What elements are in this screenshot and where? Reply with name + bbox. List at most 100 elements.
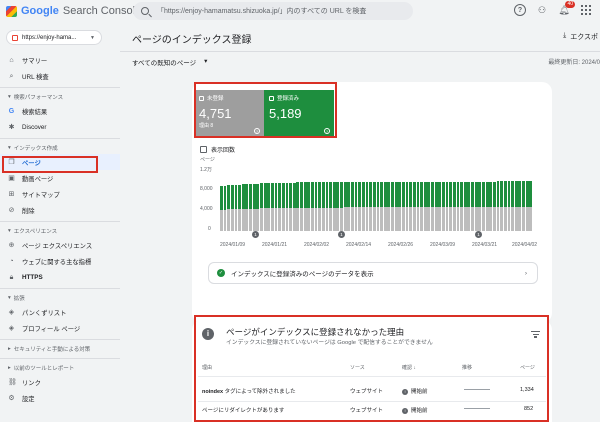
chart-bar[interactable] — [394, 181, 398, 231]
chart-bar[interactable] — [416, 181, 420, 231]
chart-annotation[interactable]: 1 — [475, 231, 482, 238]
chart-bar[interactable] — [340, 181, 343, 231]
section-enhancements[interactable]: ▾ 拡張 — [0, 292, 120, 304]
chart-bar[interactable] — [467, 181, 471, 231]
chart-bar[interactable] — [449, 181, 453, 231]
chart-bar[interactable] — [329, 181, 332, 231]
chart-bar[interactable] — [238, 184, 242, 231]
chart-bar[interactable] — [281, 182, 285, 231]
chart-bar[interactable] — [314, 182, 318, 231]
chart-annotation[interactable]: 1 — [252, 231, 259, 238]
sidebar-item-breadcrumbs[interactable]: ◈ パンくずリスト — [0, 304, 120, 320]
impressions-checkbox[interactable]: 表示回数 — [200, 145, 235, 154]
chart-bar[interactable] — [525, 181, 529, 231]
chart-bar[interactable] — [398, 181, 402, 231]
chart-bar[interactable] — [369, 181, 373, 231]
chart-bar[interactable] — [431, 181, 434, 231]
chart-bar[interactable] — [249, 183, 252, 231]
chart-bar[interactable] — [303, 182, 307, 231]
sidebar-item-summary[interactable]: ⌂ サマリー — [0, 52, 120, 68]
sidebar-item-page-experience[interactable]: ⊕ ページ エクスペリエンス — [0, 237, 120, 253]
chart-bar[interactable] — [260, 183, 263, 231]
sidebar-item-profile-page[interactable]: ◈ プロフィール ページ — [0, 320, 120, 336]
sidebar-item-url-inspection[interactable]: ⌕ URL 検査 — [0, 68, 120, 84]
chart-bar[interactable] — [263, 183, 267, 231]
chart-bar[interactable] — [438, 181, 442, 231]
help-icon[interactable]: ? — [514, 4, 526, 16]
chart-bar[interactable] — [482, 181, 485, 231]
chart-bar[interactable] — [336, 181, 340, 231]
chart-bar[interactable] — [496, 181, 500, 231]
notifications-icon[interactable]: 🔔︎ 40 — [558, 1, 575, 16]
chart-bar[interactable] — [474, 181, 478, 231]
chart-bar[interactable] — [361, 181, 365, 231]
inspect-url-search[interactable]: 「https://enjoy-hamamatsu.shizuoka.jp/」内の… — [133, 2, 413, 20]
chart-bar[interactable] — [434, 181, 438, 231]
chart-bar[interactable] — [270, 183, 274, 231]
chart-bar[interactable] — [230, 185, 234, 231]
chart-bar[interactable] — [332, 181, 336, 231]
sidebar-item-core-web-vitals[interactable]: ◔ ウェブに関する主な指標 — [0, 253, 120, 269]
chart-bar[interactable] — [492, 181, 496, 231]
chart-bar[interactable] — [278, 182, 282, 231]
account-settings-icon[interactable]: ⚇ — [536, 4, 548, 16]
help-icon[interactable]: ? — [324, 128, 330, 134]
chart-annotation[interactable]: 1 — [338, 231, 345, 238]
chart-bar[interactable] — [514, 181, 518, 231]
view-indexed-pages-link[interactable]: ✓ インデックスに登録済みのページのデータを表示 › — [208, 262, 538, 284]
chart-bar[interactable] — [358, 181, 362, 231]
chart-bar[interactable] — [380, 181, 383, 231]
sidebar-item-settings[interactable]: ⚙ 設定 — [0, 390, 120, 406]
sidebar-item-search-results[interactable]: G 検索結果 — [0, 103, 120, 119]
chart-bar[interactable] — [460, 181, 464, 231]
chart-bar[interactable] — [507, 181, 511, 231]
chart-bar[interactable] — [442, 181, 445, 231]
chart-bar[interactable] — [223, 185, 227, 231]
chart-bar[interactable] — [325, 182, 329, 231]
chart-bar[interactable] — [321, 182, 325, 231]
sidebar-item-removals[interactable]: ⊘ 削除 — [0, 202, 120, 218]
col-reason[interactable]: 理由 — [202, 364, 212, 371]
chart-bar[interactable] — [485, 181, 489, 231]
section-experience[interactable]: ▾ エクスペリエンス — [0, 225, 120, 237]
chart-bar[interactable] — [351, 181, 354, 231]
chart-bar[interactable] — [365, 181, 369, 231]
chart-bar[interactable] — [252, 183, 256, 231]
col-source[interactable]: ソース — [350, 364, 365, 371]
chart-bar[interactable] — [409, 181, 413, 231]
chart-bar[interactable] — [220, 185, 223, 231]
chart-bar[interactable] — [452, 181, 456, 231]
chart-bar[interactable] — [354, 181, 358, 231]
chart-bar[interactable] — [463, 181, 467, 231]
section-security[interactable]: ▸ セキュリティと手動による対策 — [0, 343, 120, 355]
chart-bar[interactable] — [310, 182, 314, 231]
sidebar-item-sitemaps[interactable]: ⊞ サイトマップ — [0, 186, 120, 202]
page-filter-dropdown[interactable]: すべての既知のページ ▾ — [132, 57, 207, 67]
app-logo[interactable]: Google Search Console — [6, 5, 141, 17]
chart-bar[interactable] — [285, 182, 289, 231]
chart-bar[interactable] — [500, 181, 504, 231]
chart-bar[interactable] — [478, 181, 482, 231]
section-performance[interactable]: ▾ 検索パフォーマンス — [0, 91, 120, 103]
chart-bar[interactable] — [307, 182, 311, 231]
chart-bar[interactable] — [234, 184, 238, 231]
chart-bar[interactable] — [296, 182, 300, 231]
chart-bar[interactable] — [503, 181, 507, 231]
sidebar-item-https[interactable]: 🔒︎ HTTPS — [0, 269, 120, 285]
chart-bar[interactable] — [445, 181, 449, 231]
chart-bar[interactable] — [343, 181, 347, 231]
chart-bar[interactable] — [300, 182, 303, 231]
sidebar-item-pages[interactable]: ❐ ページ — [0, 154, 120, 170]
chart-bar[interactable] — [423, 181, 427, 231]
chart-bar[interactable] — [412, 181, 416, 231]
chart-bar[interactable] — [274, 183, 278, 231]
apps-grid-icon[interactable] — [580, 4, 592, 16]
chart-bar[interactable] — [376, 181, 380, 231]
chart-bar[interactable] — [529, 181, 533, 231]
chart-bar[interactable] — [489, 181, 493, 231]
col-validation[interactable]: 確認 ↓ — [402, 364, 416, 371]
chart-bar[interactable] — [401, 181, 405, 231]
chart-bar[interactable] — [420, 181, 423, 231]
chart-bar[interactable] — [227, 185, 231, 231]
chart-bar[interactable] — [518, 181, 522, 231]
